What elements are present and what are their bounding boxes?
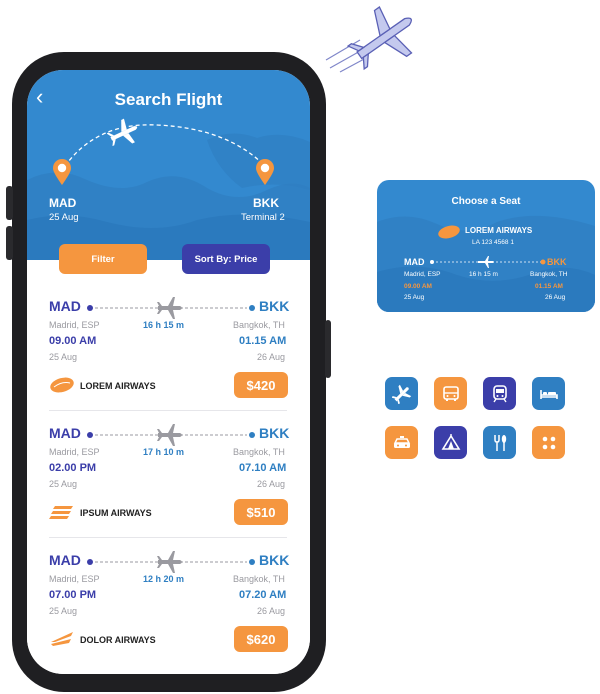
seat-card-departure-time: 09.00 AM [404,283,432,290]
phone-side-button [6,226,13,260]
divider [49,537,287,538]
flight-departure-date: 25 Aug [49,606,78,616]
flight-arrival-time: 07.10 AM [239,462,287,474]
decorative-plane-icon [325,6,413,73]
flight-departure-date: 25 Aug [49,352,78,362]
origin-pin-icon [53,159,71,185]
flight-duration: 16 h 15 m [143,320,185,330]
flight-destination-city: Bangkok, TH [233,574,285,584]
seat-card-arrival-date: 26 Aug [545,294,566,301]
seat-card-departure-date: 25 Aug [404,294,425,301]
filter-button[interactable]: Filter [59,244,147,274]
flight-origin-code: MAD [49,552,81,568]
phone-screen: ‹ Search Flight MAD 25 Aug BKK Terminal … [27,70,310,674]
destination-pin-icon [256,159,274,185]
flight-arrival-date: 26 Aug [257,606,286,616]
choose-seat-card[interactable]: Choose a Seat LOREM AIRWAYS LA 123 4568 … [377,180,595,312]
divider [49,410,287,411]
flight-destination-code: BKK [259,552,290,568]
flight-origin-city: Madrid, ESP [49,574,100,584]
bus-icon[interactable] [434,377,467,410]
flight-price-button[interactable]: $510 [234,499,288,525]
plane-icon [157,297,182,319]
plane-icon [157,424,182,446]
seat-card-destination-city: Bangkok, TH [530,271,568,278]
seat-card-destination-code: BKK [547,257,567,267]
flight-price-button[interactable]: $620 [234,626,288,652]
flight-price-button[interactable]: $420 [234,372,288,398]
seat-card-arrival-time: 01.15 AM [535,283,563,290]
flight-origin-city: Madrid, ESP [49,447,100,457]
flight-destination-code: BKK [259,298,290,314]
flight-airline: IPSUM AIRWAYS [80,508,152,518]
flight-arrival-time: 01.15 AM [239,335,287,347]
seat-card-title: Choose a Seat [451,196,521,207]
tent-icon[interactable] [434,426,467,459]
flight-departure-time: 07.00 PM [49,589,97,601]
sort-button[interactable]: Sort By: Price [182,244,270,274]
restaurant-icon[interactable] [483,426,516,459]
lorem-airways-logo-icon [438,225,460,239]
plane-icon[interactable] [385,377,418,410]
seat-card-origin-code: MAD [404,257,425,267]
flight-departure-date: 25 Aug [49,479,78,489]
flight-arrival-time: 07.20 AM [239,589,287,601]
flight-destination-city: Bangkok, TH [233,447,285,457]
dolor-airways-logo-icon [51,632,73,646]
seat-card-airline: LOREM AIRWAYS [465,226,533,235]
destination-terminal: Terminal 2 [241,212,285,223]
flight-duration: 17 h 10 m [143,447,185,457]
flight-destination-city: Bangkok, TH [233,320,285,330]
plane-icon [157,551,182,573]
flight-destination-code: BKK [259,425,290,441]
grid-icon[interactable] [532,426,565,459]
seat-card-origin-city: Madrid, ESP [404,271,441,278]
flight-origin-city: Madrid, ESP [49,320,100,330]
plane-icon [478,256,494,268]
flight-origin-code: MAD [49,298,81,314]
phone-side-button [6,186,13,220]
origin-code: MAD [49,196,77,210]
flight-airline: DOLOR AIRWAYS [80,635,156,645]
seat-card-duration: 16 h 15 m [469,271,498,278]
flight-origin-code: MAD [49,425,81,441]
bed-icon[interactable] [532,377,565,410]
phone-power-button [325,320,331,378]
lorem-airways-logo-icon [50,377,74,393]
origin-date: 25 Aug [49,212,79,223]
seat-card-flight-number: LA 123 4568 1 [472,239,514,246]
plane-icon [107,118,138,147]
taxi-icon[interactable] [385,426,418,459]
flight-departure-time: 02.00 PM [49,462,97,474]
flight-card[interactable]: MAD BKK Madrid, ESP 17 h 10 m Bangkok, T… [27,419,310,545]
flight-card[interactable]: MAD BKK Madrid, ESP 16 h 15 m Bangkok, T… [27,292,310,418]
flight-airline: LOREM AIRWAYS [80,381,156,391]
flight-arrival-date: 26 Aug [257,352,286,362]
flight-card[interactable]: MAD BKK Madrid, ESP 12 h 20 m Bangkok, T… [27,546,310,672]
train-icon[interactable] [483,377,516,410]
flight-arrival-date: 26 Aug [257,479,286,489]
flight-duration: 12 h 20 m [143,574,185,584]
ipsum-airways-logo-icon [49,506,73,519]
flight-departure-time: 09.00 AM [49,335,97,347]
destination-code: BKK [253,196,279,210]
